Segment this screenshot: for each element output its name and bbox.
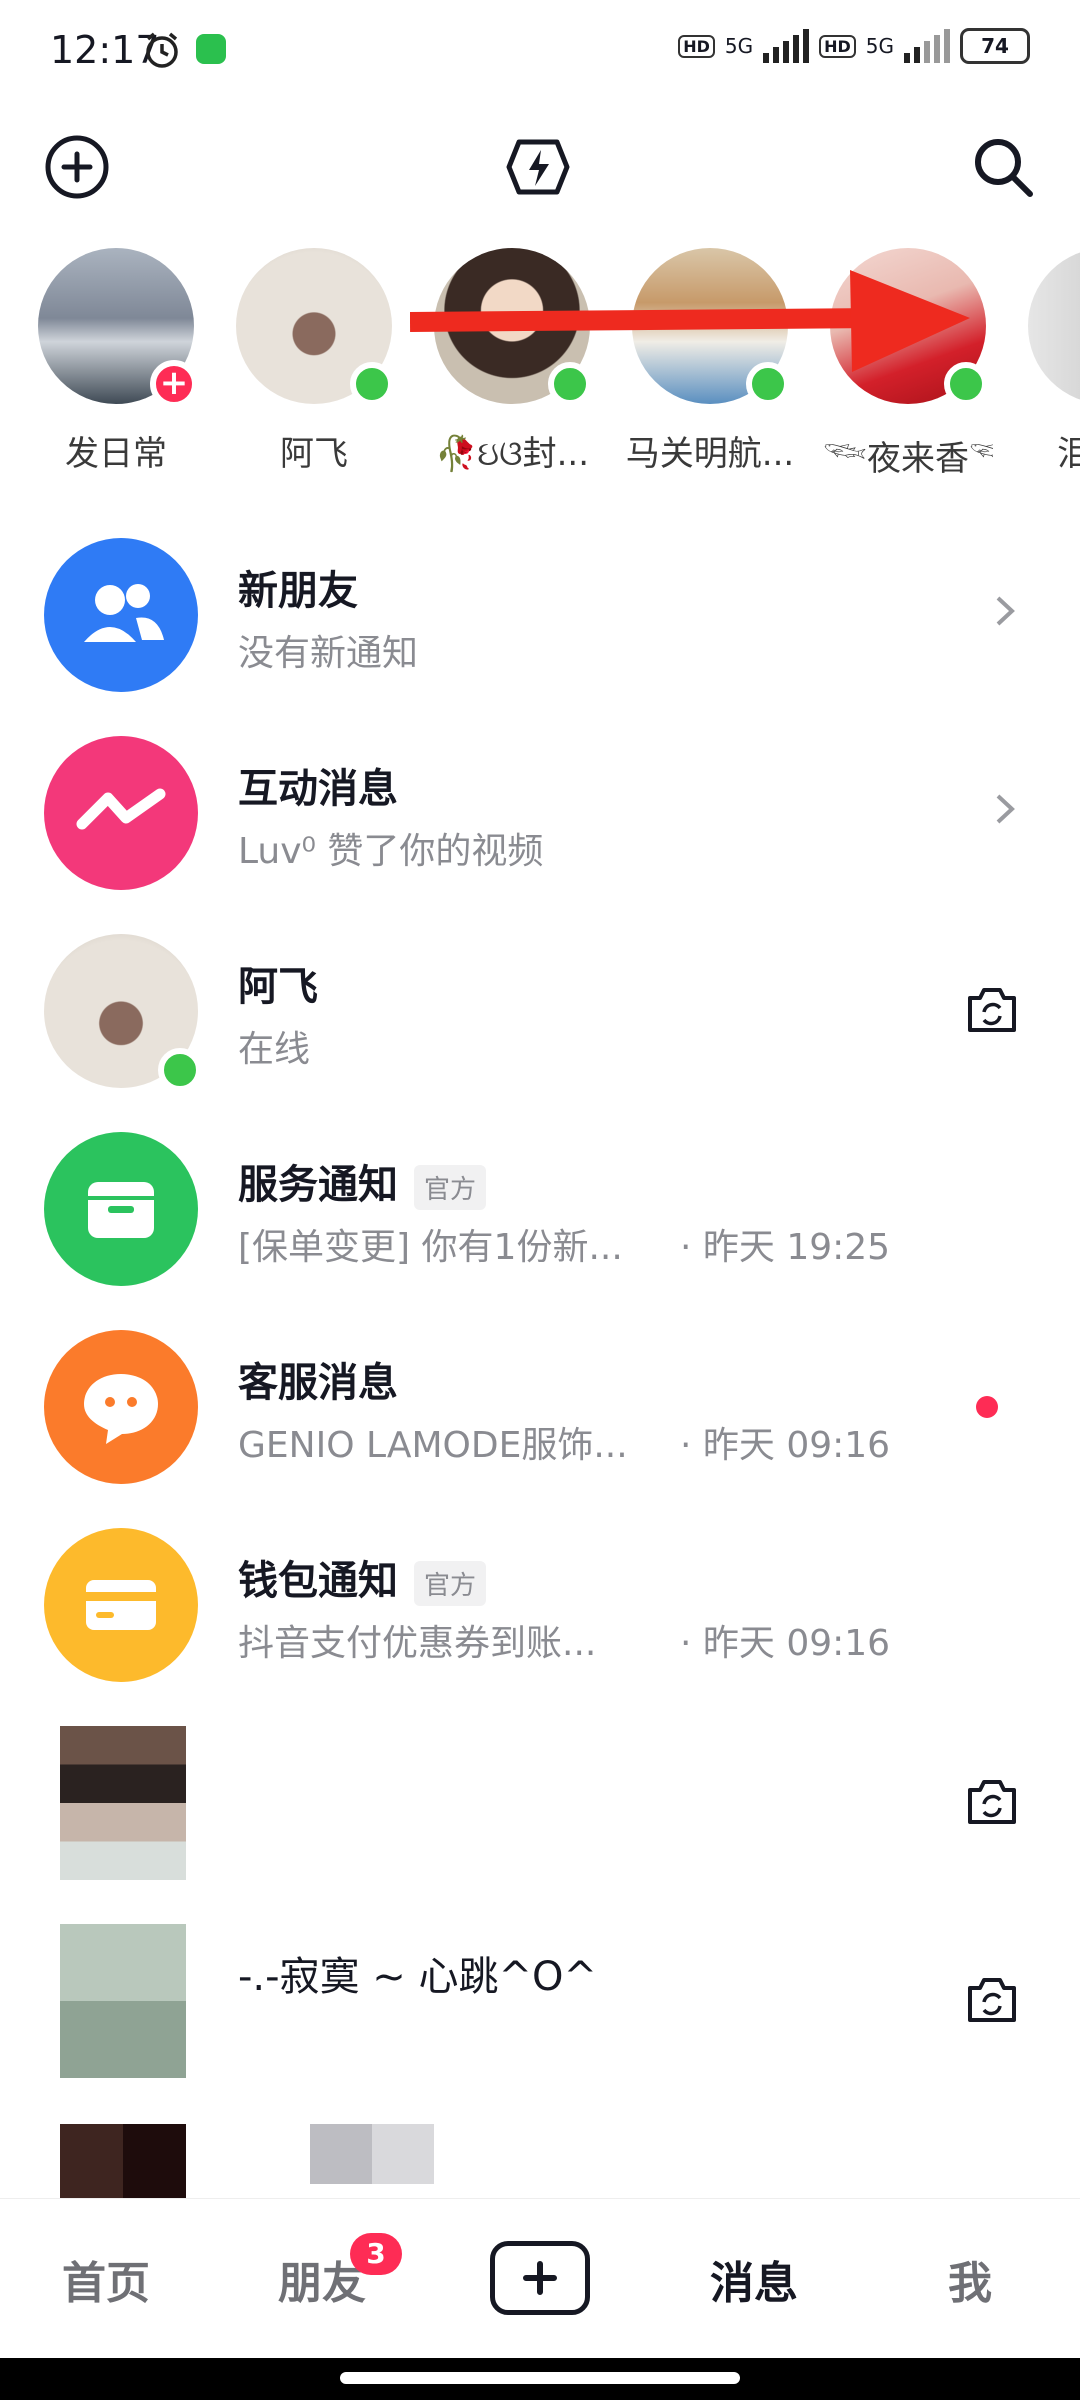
search-icon[interactable]: [968, 132, 1038, 202]
item-time: · 昨天 09:16: [680, 1425, 891, 1466]
tab-home[interactable]: 首页: [62, 2247, 150, 2311]
top-header: [0, 120, 1080, 210]
item-subtitle: 在线: [238, 1029, 311, 1070]
item-subtitle: [保单变更] 你有1份新...: [238, 1227, 623, 1268]
interaction-icon: [44, 736, 198, 890]
list-item-service-notice[interactable]: 服务通知 官方 [保单变更] 你有1份新... · 昨天 19:25: [0, 1124, 1080, 1322]
plus-circle-icon[interactable]: [42, 132, 112, 202]
list-item-chat[interactable]: [0, 1718, 1080, 1916]
avatar: [236, 248, 394, 406]
battery-icon: 74: [960, 28, 1030, 64]
friends-icon: [44, 538, 198, 692]
red-arrow-overlay: [410, 270, 970, 372]
item-time: · 昨天 09:16: [680, 1623, 891, 1664]
hd-icon: HD: [678, 34, 715, 58]
story-name: 阿飞: [280, 434, 348, 474]
chevron-right-icon: [996, 596, 1015, 626]
camera-icon[interactable]: [962, 980, 1022, 1040]
story-item[interactable]: 泪: [1021, 248, 1080, 475]
item-subtitle: 抖音支付优惠券到账...: [238, 1623, 597, 1664]
inbox-icon: [44, 1132, 198, 1286]
item-subtitle: Luv⁰ 赞了你的视频: [238, 831, 544, 872]
list-item-chat[interactable]: -.-寂寞 ~ 心跳^O^: [0, 1916, 1080, 2114]
hd-icon: HD: [819, 34, 856, 58]
avatar: [60, 1726, 186, 1880]
item-title: -.-寂寞 ~ 心跳^O^: [238, 1954, 598, 2000]
list-item-chat[interactable]: [0, 2114, 1080, 2204]
create-button[interactable]: [490, 2241, 590, 2315]
avatar: +: [38, 248, 198, 408]
story-name: 马关明航...: [625, 434, 795, 474]
network-label-1: 5G: [724, 34, 754, 58]
list-item-chat[interactable]: 阿飞 在线: [0, 926, 1080, 1124]
camera-icon[interactable]: [962, 1970, 1022, 2030]
lightning-icon[interactable]: [503, 132, 573, 202]
item-time: · 昨天 19:25: [680, 1227, 891, 1268]
camera-icon[interactable]: [962, 1772, 1022, 1832]
official-badge: 官方: [414, 1560, 487, 1606]
item-title: 新朋友: [238, 568, 358, 614]
bottom-nav: 首页 朋友 3 消息 我: [0, 2198, 1080, 2359]
item-title: 阿飞: [238, 964, 318, 1010]
avatar: [44, 934, 202, 1092]
avatar: [60, 1924, 186, 2078]
story-name: 𓆝夜来香𓆝: [823, 439, 993, 479]
story-name: 泪: [1057, 434, 1080, 474]
avatar: [60, 2124, 186, 2204]
plus-icon: [523, 2261, 557, 2295]
add-story-badge[interactable]: +: [150, 360, 198, 408]
story-name: 发日常: [65, 434, 167, 474]
network-label-2: 5G: [865, 34, 894, 58]
home-indicator: [0, 2358, 1080, 2400]
avatar: [1028, 248, 1080, 404]
list-item-interactions[interactable]: 互动消息 Luv⁰ 赞了你的视频: [0, 728, 1080, 926]
wechat-notification-icon: [196, 34, 226, 64]
item-subtitle: GENIO LAMODE服饰...: [238, 1425, 628, 1466]
online-indicator: [158, 1048, 202, 1092]
chat-bubble-icon: [44, 1330, 198, 1484]
tab-me[interactable]: 我: [948, 2247, 992, 2311]
signal-icon: [904, 29, 950, 63]
chevron-right-icon: [996, 794, 1015, 824]
item-title: 互动消息: [238, 766, 398, 812]
tab-messages[interactable]: 消息: [710, 2247, 798, 2311]
alarm-icon: [146, 32, 178, 68]
list-item-customer-service[interactable]: 客服消息 GENIO LAMODE服饰... · 昨天 09:16: [0, 1322, 1080, 1520]
official-badge: 官方: [414, 1164, 487, 1210]
list-item-new-friends[interactable]: 新朋友 没有新通知: [0, 530, 1080, 728]
unread-dot: [976, 1396, 998, 1418]
blurred-content: [310, 2124, 434, 2184]
list-item-wallet-notice[interactable]: 钱包通知 官方 抖音支付优惠券到账... · 昨天 09:16: [0, 1520, 1080, 1718]
item-subtitle: 没有新通知: [238, 633, 419, 674]
friends-badge: 3: [350, 2233, 402, 2275]
wallet-card-icon: [44, 1528, 198, 1682]
story-name: 🥀ઇଓ封...: [434, 434, 590, 474]
story-item[interactable]: + 发日常: [31, 248, 201, 475]
item-title: 客服消息: [238, 1360, 398, 1406]
item-title: 钱包通知 官方: [238, 1548, 487, 1606]
signal-icon: [763, 29, 810, 63]
status-bar: 12:17 HD 5G HD 5G 74: [0, 0, 1080, 100]
story-item[interactable]: 阿飞: [229, 248, 399, 475]
online-indicator: [350, 362, 394, 406]
status-indicators: HD 5G HD 5G 74: [678, 28, 1030, 64]
item-title: 服务通知 官方: [238, 1152, 487, 1210]
